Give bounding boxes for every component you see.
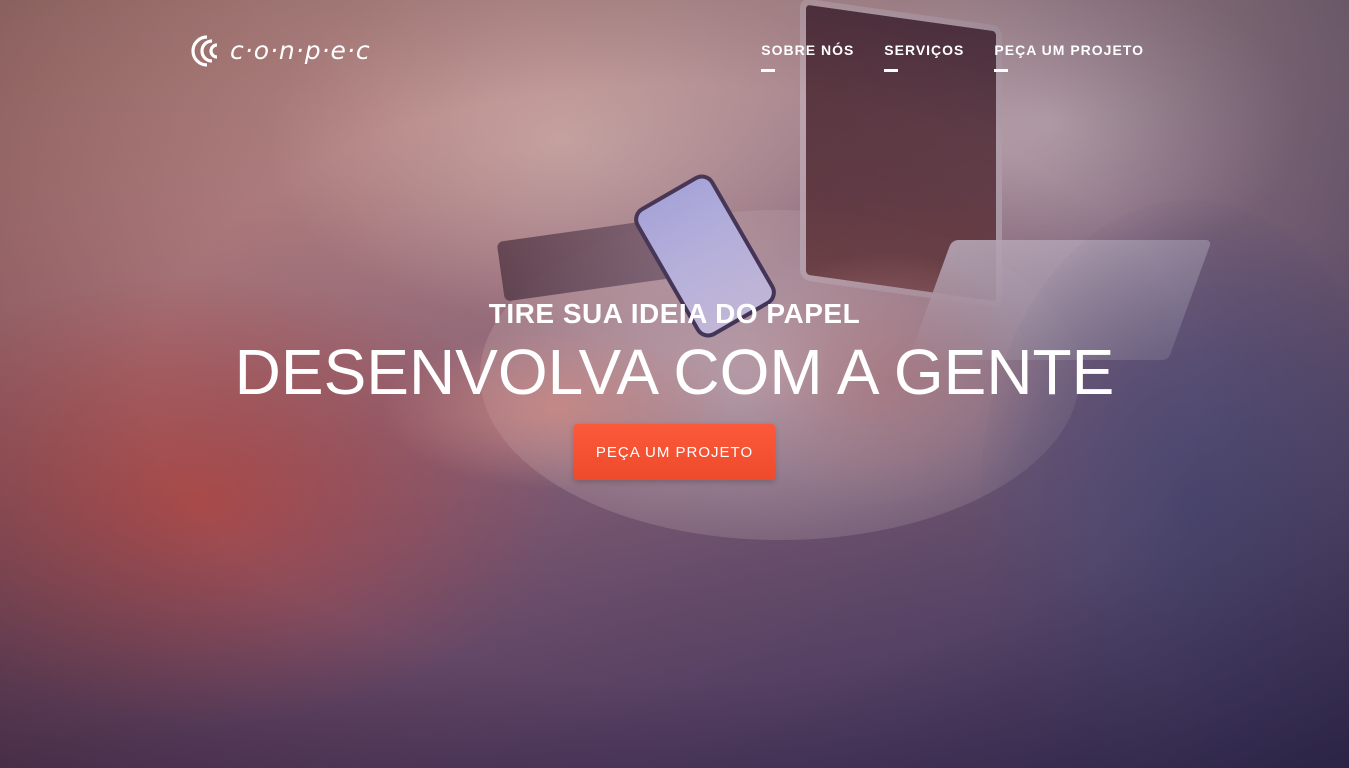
nav-item-underline — [994, 69, 1009, 72]
brand-logo-text: c·o·n·p·e·c — [230, 36, 371, 65]
nav-item-label: SERVIÇOS — [884, 42, 965, 58]
nav-item-peca-um-projeto[interactable]: PEÇA UM PROJETO — [994, 42, 1144, 72]
conpec-logo-icon — [191, 35, 218, 67]
main-nav: SOBRE NÓS SERVIÇOS PEÇA UM PROJETO — [761, 42, 1144, 72]
nav-item-underline — [884, 69, 899, 72]
hero-subtitle: TIRE SUA IDEIA DO PAPEL — [488, 298, 861, 329]
nav-item-label: PEÇA UM PROJETO — [994, 42, 1144, 58]
hero-title: DESENVOLVA COM A GENTE — [234, 336, 1115, 408]
nav-item-sobre-nos[interactable]: SOBRE NÓS — [761, 42, 854, 72]
nav-item-servicos[interactable]: SERVIÇOS — [884, 42, 964, 72]
nav-item-underline — [761, 69, 776, 72]
request-project-button[interactable]: PEÇA UM PROJETO — [574, 424, 775, 480]
nav-item-label: SOBRE NÓS — [761, 42, 855, 58]
brand-logo[interactable]: c·o·n·p·e·c — [190, 34, 371, 68]
